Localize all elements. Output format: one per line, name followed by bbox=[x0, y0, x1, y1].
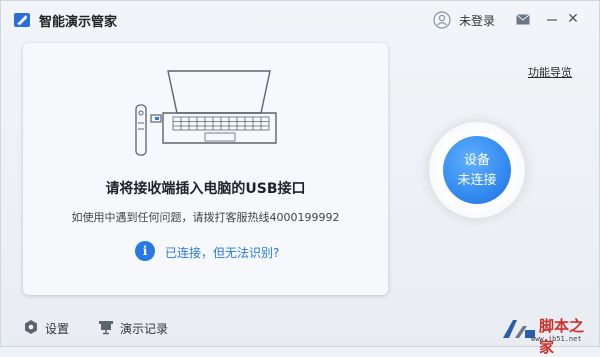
laptop-usb-illustration bbox=[135, 70, 277, 156]
info-icon: i bbox=[135, 241, 155, 261]
watermark-url: www.jb51.net bbox=[531, 335, 582, 343]
mail-icon[interactable] bbox=[516, 14, 530, 25]
device-status-line1: 设备 bbox=[463, 153, 490, 168]
help-text: 如使用中遇到任何问题，请拨打客服热线4000199992 bbox=[71, 211, 340, 224]
device-status-button[interactable]: 设备 未连接 bbox=[443, 136, 511, 204]
records-label: 演示记录 bbox=[120, 322, 169, 336]
app-logo-icon bbox=[14, 13, 30, 27]
close-button[interactable]: ✕ bbox=[565, 11, 581, 27]
site-watermark: 脚本之家 www.jb51.net bbox=[501, 315, 593, 356]
unrecognized-help-link[interactable]: 已连接，但无法识别? bbox=[165, 244, 279, 261]
projector-icon bbox=[99, 321, 113, 335]
minimize-button[interactable] bbox=[545, 12, 559, 26]
title-bar: 智能演示管家 未登录 ✕ bbox=[1, 1, 600, 39]
card-heading: 请将接收端插入电脑的USB接口 bbox=[105, 181, 306, 197]
device-status-line2: 未连接 bbox=[457, 173, 497, 188]
app-window: 智能演示管家 未登录 ✕ 请将接收端插入电脑的USB接口 如使用中遇到任何问题，… bbox=[0, 0, 600, 356]
settings-icon bbox=[25, 320, 37, 334]
feature-guide-link[interactable]: 功能导览 bbox=[528, 64, 572, 80]
connection-card: 请将接收端插入电脑的USB接口 如使用中遇到任何问题，请拨打客服热线400019… bbox=[23, 43, 388, 295]
app-title: 智能演示管家 bbox=[39, 15, 118, 30]
login-status[interactable]: 未登录 bbox=[459, 12, 495, 29]
user-avatar-icon[interactable] bbox=[433, 11, 451, 29]
settings-label: 设置 bbox=[45, 322, 70, 336]
